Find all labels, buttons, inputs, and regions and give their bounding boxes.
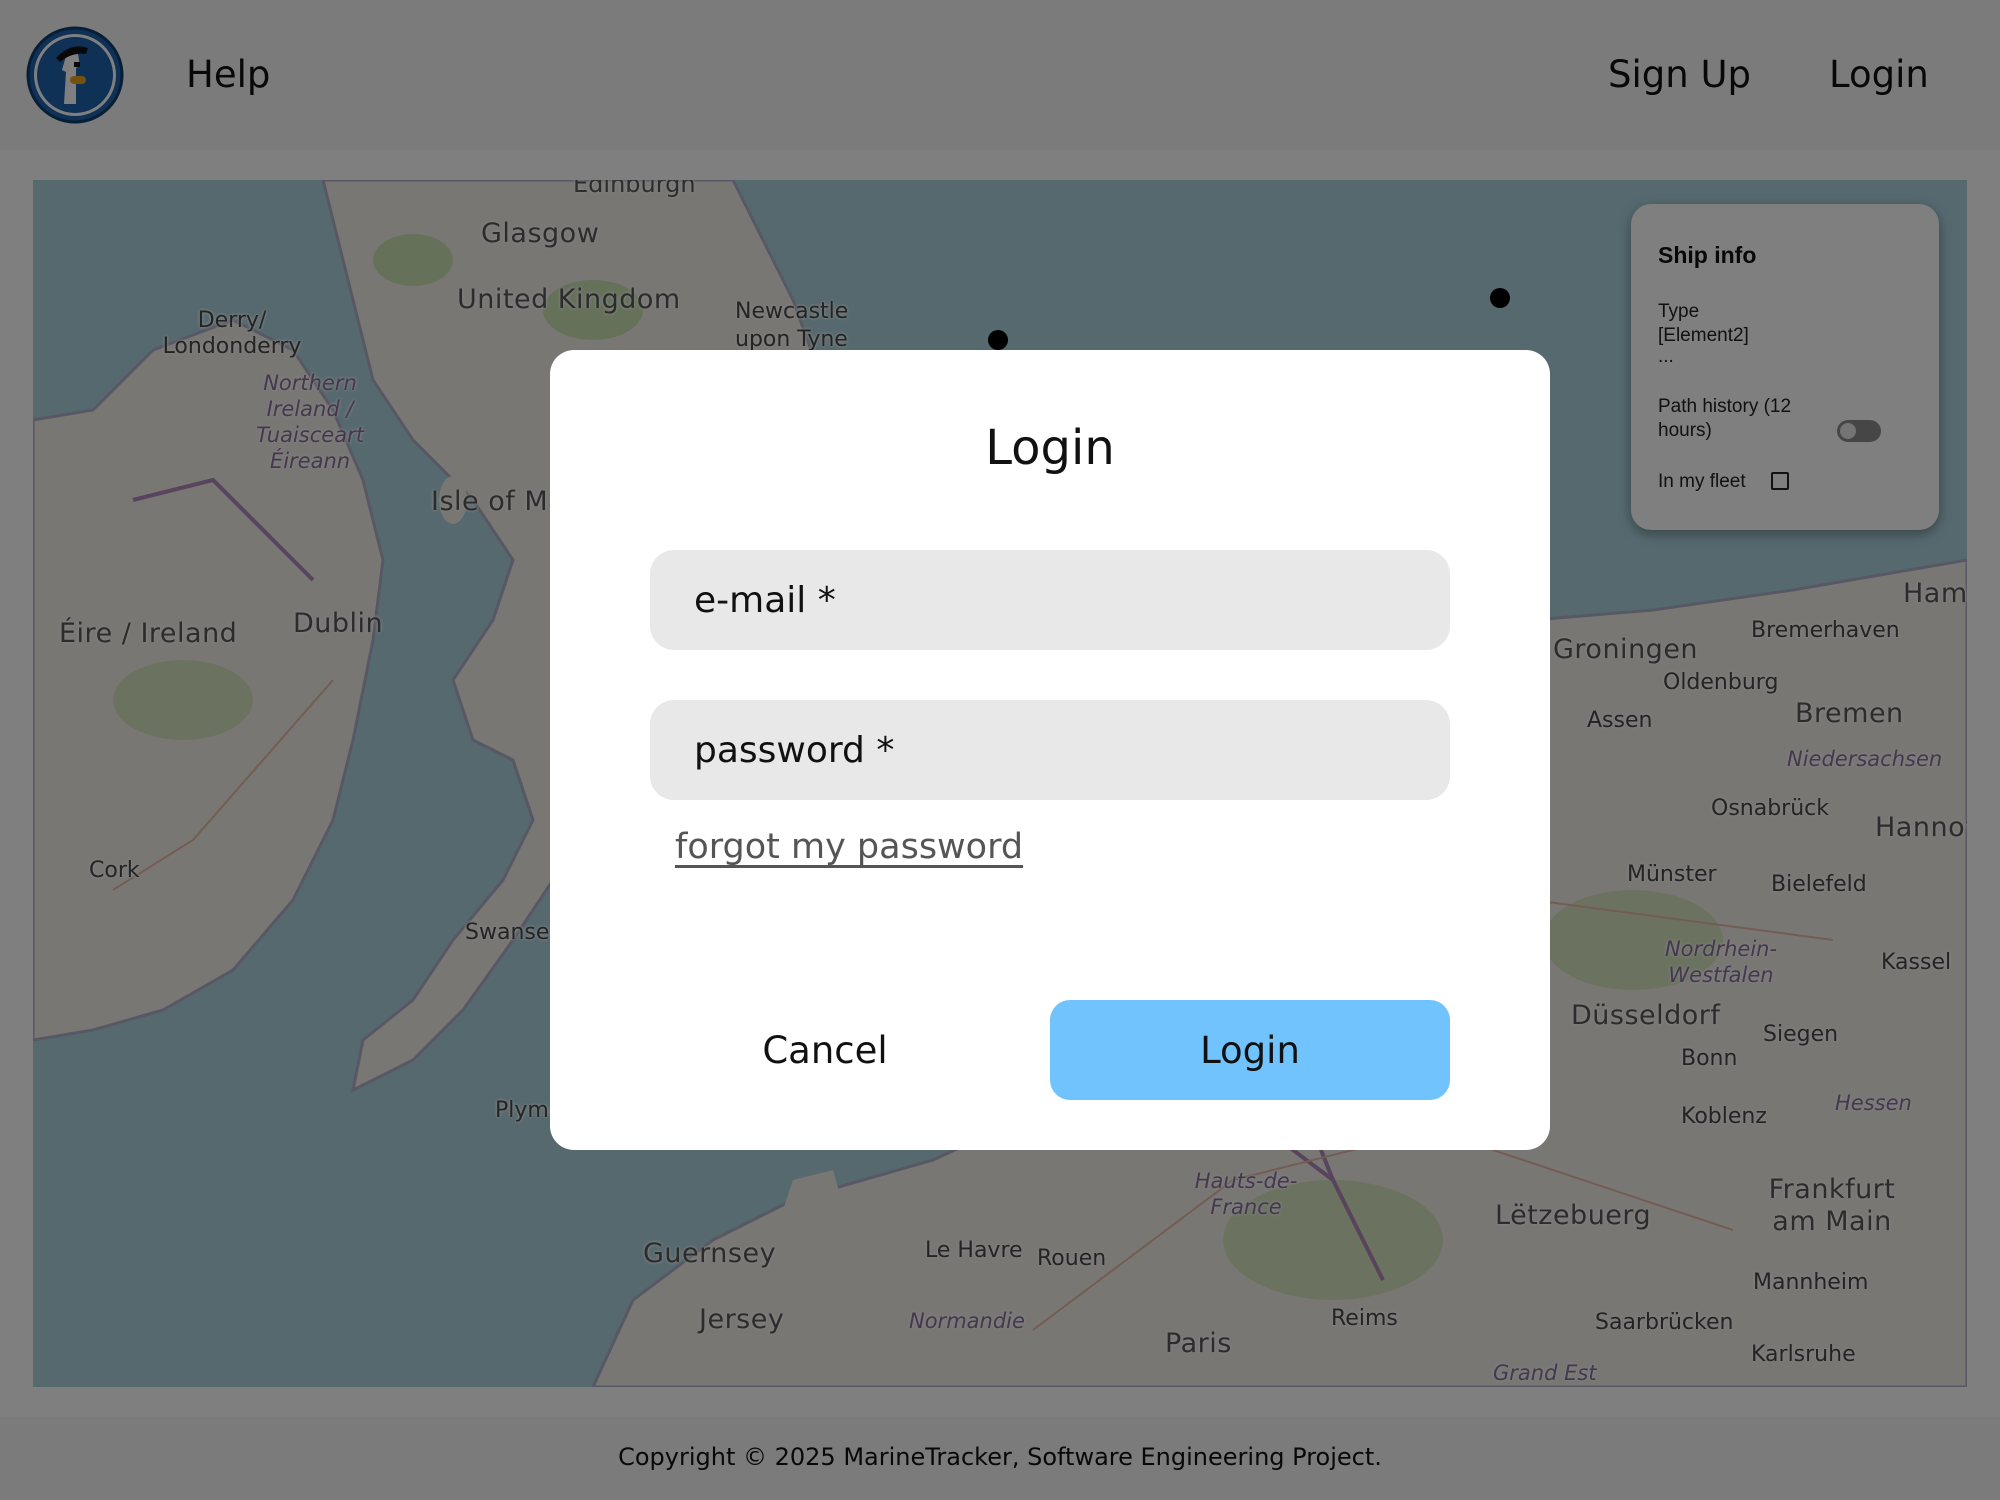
login-button[interactable]: Login [1050,1000,1450,1100]
cancel-button[interactable]: Cancel [625,1000,1025,1100]
password-field[interactable] [650,700,1450,800]
forgot-password-link[interactable]: forgot my password [675,827,1023,867]
login-dialog-title: Login [985,420,1115,476]
email-field[interactable] [650,550,1450,650]
login-dialog: Login forgot my password Cancel Login [550,350,1550,1150]
